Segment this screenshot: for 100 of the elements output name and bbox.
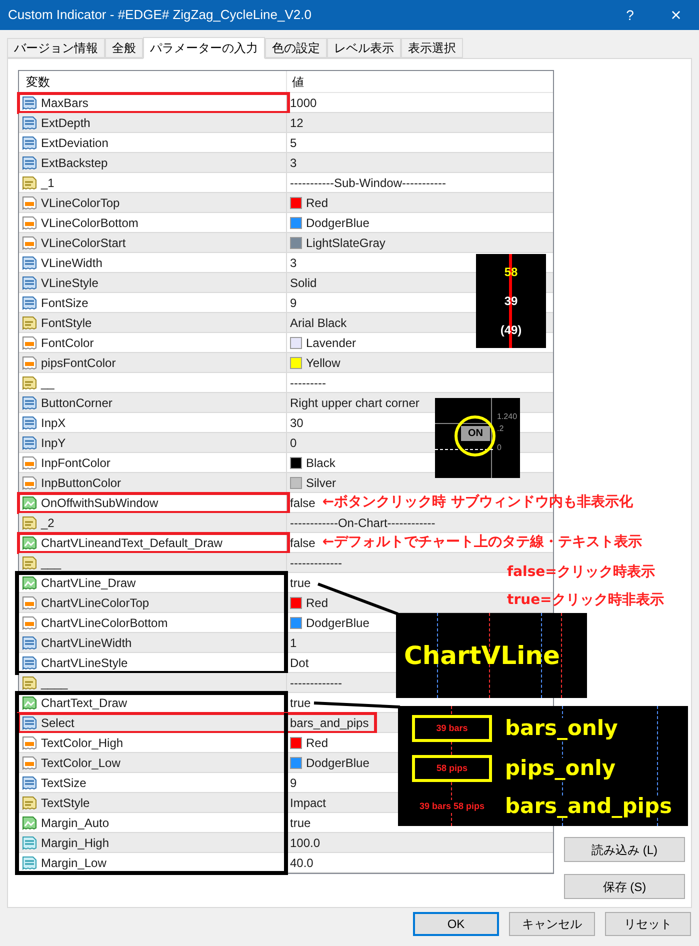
- parameter-value[interactable]: -------------: [290, 674, 342, 692]
- parameter-value[interactable]: DodgerBlue: [306, 614, 370, 632]
- highlight-circle-icon: [454, 415, 496, 457]
- parameter-value[interactable]: 1000: [290, 94, 317, 112]
- tab[interactable]: レベル表示: [327, 38, 401, 58]
- tab[interactable]: バージョン情報: [7, 38, 105, 58]
- parameter-value[interactable]: true: [290, 814, 311, 832]
- parameter-value[interactable]: Silver: [306, 474, 336, 492]
- parameter-name: InpFontColor: [41, 454, 110, 472]
- string-type-icon: [22, 556, 37, 570]
- color-type-icon: [22, 356, 37, 370]
- parameter-name: VLineColorBottom: [41, 214, 138, 232]
- parameter-value[interactable]: 3: [290, 154, 297, 172]
- parameter-value[interactable]: 1: [290, 634, 297, 652]
- parameter-name: _2: [41, 514, 54, 532]
- parameter-value[interactable]: Lavender: [306, 334, 356, 352]
- parameter-value[interactable]: bars_and_pips: [290, 714, 369, 732]
- sample-label: 39 bars: [412, 714, 492, 742]
- int-type-icon: [22, 436, 37, 450]
- parameter-name: InpY: [41, 434, 66, 452]
- parameter-value[interactable]: true: [290, 694, 311, 712]
- int-type-icon: [22, 116, 37, 130]
- parameter-name: InpX: [41, 414, 66, 432]
- color-type-icon: [22, 596, 37, 610]
- parameter-value[interactable]: ---------: [290, 374, 326, 392]
- parameter-value[interactable]: -----------Sub-Window-----------: [290, 174, 446, 192]
- help-button[interactable]: ?: [607, 0, 653, 30]
- parameter-value[interactable]: true: [290, 574, 311, 592]
- column-header[interactable]: 値: [287, 71, 304, 92]
- parameter-value[interactable]: DodgerBlue: [306, 754, 370, 772]
- parameter-name: ButtonCorner: [41, 394, 112, 412]
- axis-label: 1.240: [497, 413, 518, 421]
- parameter-value[interactable]: 12: [290, 114, 304, 132]
- side-button[interactable]: 保存 (S): [564, 874, 685, 899]
- parameter-name: VLineColorStart: [41, 234, 126, 252]
- side-button[interactable]: 読み込み (L): [564, 837, 685, 862]
- tab[interactable]: 表示選択: [401, 38, 463, 58]
- parameter-value[interactable]: 40.0: [290, 854, 314, 872]
- close-button[interactable]: ×: [653, 0, 699, 30]
- parameter-value[interactable]: Red: [306, 194, 328, 212]
- color-type-icon: [22, 456, 37, 470]
- string-type-icon: [22, 676, 37, 690]
- parameter-name: InpButtonColor: [41, 474, 122, 492]
- mode-name: bars_only: [505, 718, 618, 739]
- parameter-name: ChartVLineColorTop: [41, 594, 150, 612]
- parameter-value[interactable]: 5: [290, 134, 297, 152]
- dialog-button[interactable]: キャンセル: [509, 912, 595, 936]
- parameter-value[interactable]: Arial Black: [290, 314, 347, 332]
- parameter-value[interactable]: Red: [306, 594, 328, 612]
- int-type-icon: [22, 656, 37, 670]
- color-type-icon: [22, 196, 37, 210]
- parameter-name: Margin_Auto: [41, 814, 110, 832]
- parameter-name: VLineStyle: [41, 274, 98, 292]
- bool-type-icon: [22, 536, 37, 550]
- int-type-icon: [22, 136, 37, 150]
- parameter-value[interactable]: 30: [290, 414, 304, 432]
- parameter-value[interactable]: DodgerBlue: [306, 214, 370, 232]
- parameter-value[interactable]: false: [290, 534, 316, 552]
- parameter-value[interactable]: 0: [290, 434, 297, 452]
- tab[interactable]: 全般: [105, 38, 143, 58]
- parameter-value[interactable]: Red: [306, 734, 328, 752]
- double-type-icon: [22, 856, 37, 870]
- parameter-value[interactable]: Dot: [290, 654, 309, 672]
- parameter-name: ____: [41, 674, 68, 692]
- tab[interactable]: パラメーターの入力: [143, 37, 265, 59]
- parameter-name: Select: [41, 714, 74, 732]
- parameter-value[interactable]: Right upper chart corner: [290, 394, 420, 412]
- parameter-value[interactable]: Yellow: [306, 354, 340, 372]
- dialog-button[interactable]: OK: [413, 912, 499, 936]
- parameter-value[interactable]: Impact: [290, 794, 326, 812]
- bool-type-icon: [22, 496, 37, 510]
- int-type-icon: [22, 256, 37, 270]
- parameter-value[interactable]: Black: [306, 454, 336, 472]
- parameter-value[interactable]: 9: [290, 294, 297, 312]
- parameter-name: Margin_Low: [41, 854, 106, 872]
- color-type-icon: [22, 216, 37, 230]
- int-type-icon: [22, 96, 37, 110]
- parameter-value[interactable]: 9: [290, 774, 297, 792]
- string-type-icon: [22, 176, 37, 190]
- parameter-value[interactable]: Solid: [290, 274, 317, 292]
- parameter-value[interactable]: 100.0: [290, 834, 320, 852]
- dialog-button[interactable]: リセット: [605, 912, 691, 936]
- parameter-value[interactable]: 3: [290, 254, 297, 272]
- parameter-value[interactable]: -------------: [290, 554, 342, 572]
- column-header[interactable]: 変数: [19, 71, 287, 92]
- parameter-value[interactable]: false: [290, 494, 316, 512]
- parameter-name: TextStyle: [41, 794, 90, 812]
- color-type-icon: [22, 236, 37, 250]
- on-button[interactable]: ON: [461, 426, 490, 441]
- parameter-value[interactable]: LightSlateGray: [306, 234, 386, 252]
- parameter-name: ChartVLineandText_Default_Draw: [41, 534, 222, 552]
- parameter-name: __: [41, 374, 54, 392]
- parameter-value[interactable]: ------------On-Chart------------: [290, 514, 436, 532]
- string-type-icon: [22, 516, 37, 530]
- int-type-icon: [22, 776, 37, 790]
- int-type-icon: [22, 416, 37, 430]
- string-type-icon: [22, 376, 37, 390]
- tab[interactable]: 色の設定: [265, 38, 327, 58]
- parameter-name: ExtBackstep: [41, 154, 108, 172]
- int-type-icon: [22, 156, 37, 170]
